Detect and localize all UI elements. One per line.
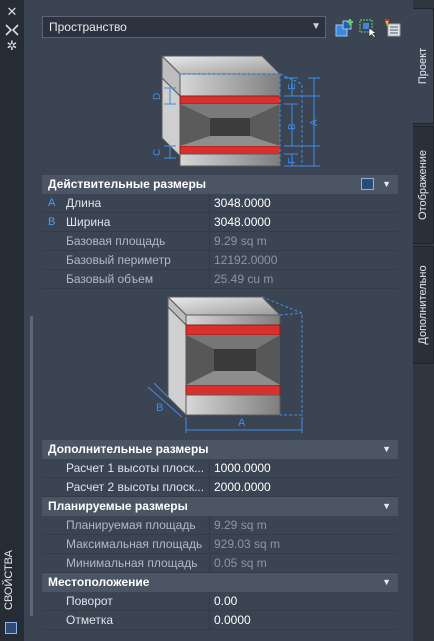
toolbar: Пространство ▼ <box>42 16 408 42</box>
tab-label: Проект <box>417 47 429 85</box>
property-name: Длина <box>66 196 102 210</box>
property-row-base-area: Базовая площадь 9.29 sq m <box>42 232 398 251</box>
property-row-calc-height-2[interactable]: Расчет 2 высоты плоск... 2000.0000 <box>42 478 398 497</box>
label-b: B <box>156 402 163 414</box>
collapse-arrow-icon[interactable]: ▼ <box>382 497 391 516</box>
properties-panel: Пространство ▼ D E B A C F Действительны… <box>24 0 413 641</box>
property-name: Максимальная площадь <box>66 537 203 551</box>
property-name: Расчет 2 высоты плоск... <box>66 480 205 494</box>
property-row-rotation[interactable]: Поворот 0.00 <box>42 592 398 611</box>
tab-design[interactable]: Проект <box>413 8 434 124</box>
palette-title: СВОЙСТВА <box>3 550 15 610</box>
section-title: Действительные размеры <box>48 177 207 191</box>
property-value[interactable]: 1000.0000 <box>214 459 398 478</box>
section-additional-dimensions[interactable]: Дополнительные размеры ▼ <box>42 440 398 459</box>
space-plan-diagram: A B <box>62 291 402 437</box>
marker-a: A <box>48 197 56 209</box>
property-name: Поворот <box>66 594 113 608</box>
property-name: Базовый объем <box>66 272 154 286</box>
label-a: A <box>309 119 320 126</box>
select-objects-icon[interactable] <box>358 18 378 38</box>
property-row-width[interactable]: B Ширина 3048.0000 <box>42 213 398 232</box>
property-row-length[interactable]: A Длина 3048.0000 <box>42 194 398 213</box>
property-name: Базовый периметр <box>66 253 171 267</box>
help-icon[interactable] <box>361 178 374 190</box>
property-name: Отметка <box>66 613 114 627</box>
property-name: Расчет 1 высоты плоск... <box>66 461 205 475</box>
label-d: D <box>152 93 163 100</box>
label-b: B <box>287 123 298 130</box>
marker-b: B <box>48 216 56 228</box>
property-row-min-area: Минимальная площадь 0.05 sq m <box>42 554 398 573</box>
section-title: Местоположение <box>48 575 150 589</box>
property-row-elevation[interactable]: Отметка 0.0000 <box>42 611 398 630</box>
space-section-diagram: D E B A C F <box>62 44 402 172</box>
property-value[interactable]: 3048.0000 <box>214 213 398 232</box>
property-value: 0.05 sq m <box>214 556 267 570</box>
label-f: F <box>287 158 298 164</box>
property-value: 12192.0000 <box>214 253 278 267</box>
section-location[interactable]: Местоположение ▼ <box>42 573 398 592</box>
palette-properties-icon[interactable] <box>5 622 17 634</box>
property-value: 929.03 sq m <box>214 537 281 551</box>
property-name: Ширина <box>66 215 111 229</box>
object-type-select[interactable]: Пространство ▼ <box>42 16 326 38</box>
property-row-base-volume: Базовый объем 25.49 cu m <box>42 270 398 289</box>
label-c: C <box>152 149 163 156</box>
property-row-calc-height-1[interactable]: Расчет 1 высоты плоск... 1000.0000 <box>42 459 398 478</box>
tab-strip: Проект Отображение Дополнительно <box>413 0 434 641</box>
collapse-arrow-icon[interactable]: ▼ <box>382 175 391 194</box>
property-value: 9.29 sq m <box>214 234 267 248</box>
add-to-selection-icon[interactable] <box>334 18 354 38</box>
settings-icon[interactable]: ✲ <box>4 40 20 54</box>
property-row-max-area: Максимальная площадь 929.03 sq m <box>42 535 398 554</box>
tab-label: Дополнительно <box>417 265 429 345</box>
palette-title-bar: ✕ ✲ СВОЙСТВА <box>0 0 25 641</box>
section-title: Планируемые размеры <box>48 499 188 513</box>
property-value[interactable]: 0.00 <box>214 592 398 611</box>
tab-display[interactable]: Отображение <box>413 126 434 244</box>
property-value[interactable]: 2000.0000 <box>214 478 398 497</box>
close-icon[interactable]: ✕ <box>4 6 20 20</box>
property-name: Минимальная площадь <box>66 556 198 570</box>
section-actual-dimensions[interactable]: Действительные размеры ▼ <box>42 175 398 194</box>
collapse-arrow-icon[interactable]: ▼ <box>382 440 391 459</box>
property-row-base-perimeter: Базовый периметр 12192.0000 <box>42 251 398 270</box>
section-title: Дополнительные размеры <box>48 442 209 456</box>
collapse-arrow-icon[interactable]: ▼ <box>382 573 391 592</box>
property-row-planned-area: Планируемая площадь 9.29 sq m <box>42 516 398 535</box>
chevron-down-icon: ▼ <box>311 21 321 32</box>
property-value[interactable]: 0.0000 <box>214 611 398 630</box>
scrollbar[interactable] <box>30 316 33 616</box>
property-value: 9.29 sq m <box>214 518 267 532</box>
object-type-value: Пространство <box>49 20 127 34</box>
property-value[interactable]: 3048.0000 <box>214 194 398 213</box>
quick-select-icon[interactable] <box>382 18 402 38</box>
auto-hide-icon[interactable] <box>4 24 20 38</box>
tab-label: Отображение <box>417 150 429 220</box>
property-name: Планируемая площадь <box>66 518 196 532</box>
section-planned-dimensions[interactable]: Планируемые размеры ▼ <box>42 497 398 516</box>
tab-extended[interactable]: Дополнительно <box>413 246 434 364</box>
property-value: 25.49 cu m <box>214 272 274 286</box>
label-e: E <box>287 83 298 90</box>
property-name: Базовая площадь <box>66 234 166 248</box>
label-a: A <box>238 417 246 429</box>
